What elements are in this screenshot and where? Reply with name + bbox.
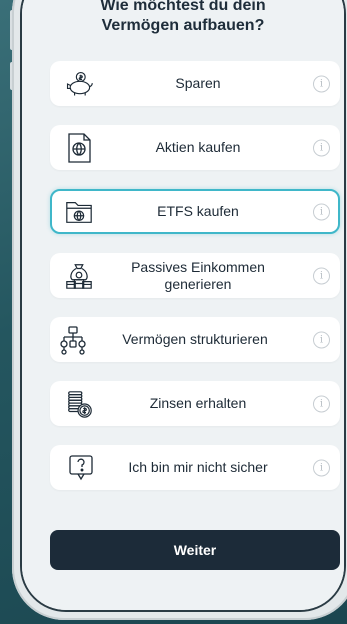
option-sparen[interactable]: Sparen i	[50, 61, 340, 106]
option-zinsen-erhalten[interactable]: Zinsen erhalten i	[50, 381, 340, 426]
info-icon[interactable]: i	[313, 459, 330, 476]
info-icon[interactable]: i	[313, 139, 330, 156]
info-icon[interactable]: i	[313, 267, 330, 284]
option-label: ETFS kaufen	[157, 203, 239, 219]
question-bubble-icon	[66, 453, 96, 483]
info-icon[interactable]: i	[313, 331, 330, 348]
option-nicht-sicher[interactable]: Ich bin mir nicht sicher i	[50, 445, 340, 490]
option-etfs-kaufen[interactable]: ETFS kaufen i	[50, 189, 340, 234]
info-icon[interactable]: i	[313, 203, 330, 220]
money-bag-icon	[64, 261, 94, 291]
option-passives-einkommen[interactable]: Passives Einkommen generieren i	[50, 253, 340, 298]
options-list: Sparen i Aktien kaufen i ETFS kaufen i P…	[50, 61, 340, 509]
info-icon[interactable]: i	[313, 395, 330, 412]
page-title: Wie möchtest du dein Vermögen aufbauen?	[22, 0, 344, 36]
globe-document-icon	[64, 132, 94, 163]
option-label: Vermögen strukturieren	[122, 331, 268, 347]
hierarchy-icon	[58, 325, 88, 355]
page-title-line-1: Wie möchtest du dein	[100, 0, 266, 14]
page-title-line-2: Vermögen aufbauen?	[101, 17, 265, 34]
piggy-bank-icon	[64, 69, 94, 99]
option-aktien-kaufen[interactable]: Aktien kaufen i	[50, 125, 340, 170]
option-vermoegen-strukturieren[interactable]: Vermögen strukturieren i	[50, 317, 340, 362]
coin-stack-icon	[64, 389, 94, 419]
info-icon[interactable]: i	[313, 75, 330, 92]
continue-button[interactable]: Weiter	[50, 530, 340, 570]
globe-folder-icon	[64, 197, 94, 227]
phone-screen: Wie möchtest du dein Vermögen aufbauen? …	[22, 0, 344, 610]
